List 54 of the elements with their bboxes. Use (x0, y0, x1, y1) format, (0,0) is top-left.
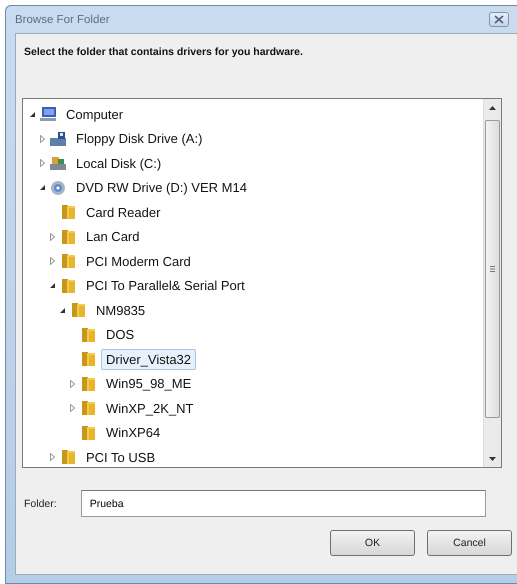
tree-item[interactable]: Card Reader (81, 202, 166, 223)
folder-icon (79, 376, 97, 392)
ok-button[interactable]: OK (330, 530, 415, 556)
folder-icon (69, 302, 87, 318)
tree-item[interactable]: Computer (61, 104, 128, 125)
scroll-down-icon[interactable] (489, 456, 496, 460)
computer-icon (39, 106, 57, 122)
collapsed-arrow-icon[interactable] (50, 232, 55, 241)
tree-item[interactable]: Local Disk (C:) (71, 152, 166, 174)
expanded-arrow-icon[interactable] (49, 282, 56, 290)
expanded-arrow-icon[interactable] (59, 306, 66, 314)
collapsed-arrow-icon[interactable] (40, 134, 45, 143)
collapsed-arrow-icon[interactable] (70, 380, 75, 388)
folder-icon (59, 449, 77, 466)
folder-icon (59, 228, 77, 245)
close-button[interactable] (489, 12, 509, 27)
scroll-up-icon[interactable] (489, 106, 496, 110)
folder-label: Folder: (23, 498, 57, 510)
cancel-button[interactable]: Cancel (427, 530, 512, 556)
drive-icon (49, 130, 67, 147)
tree-item[interactable]: NM9835 (91, 300, 150, 321)
tree-item[interactable]: Driver_Vista32 (101, 348, 196, 370)
tree-item[interactable]: WinXP_2K_NT (101, 398, 198, 419)
expanded-arrow-icon[interactable] (29, 110, 36, 118)
collapsed-arrow-icon[interactable] (50, 257, 55, 266)
collapsed-arrow-icon[interactable] (50, 453, 55, 462)
instruction-text: Select the folder that contains drivers for you hardware. (24, 46, 304, 60)
folder-icon (79, 326, 97, 343)
tree-item[interactable]: Lan Card (81, 226, 144, 248)
folder-icon (79, 351, 97, 368)
folder-icon (59, 278, 77, 294)
tree-item[interactable]: Floppy Disk Drive (A:) (71, 128, 208, 150)
vertical-scrollbar[interactable] (483, 99, 501, 467)
disk-drive-icon (49, 155, 67, 172)
tree-item[interactable]: Win95_98_ME (101, 373, 196, 394)
folder-icon (59, 204, 77, 220)
folder-icon (79, 424, 97, 441)
grip-icon (490, 266, 495, 272)
expanded-arrow-icon[interactable] (39, 184, 46, 192)
window-title: Browse For Folder (15, 14, 110, 26)
folder-icon (79, 400, 97, 416)
tree-item[interactable]: DVD RW Drive (D:) VER M14 (71, 177, 252, 198)
collapsed-arrow-icon[interactable] (40, 159, 45, 168)
collapsed-arrow-icon[interactable] (70, 404, 75, 412)
folder-input[interactable]: Prueba (80, 490, 486, 517)
tree-item[interactable]: PCI To USB (81, 446, 160, 467)
close-icon (494, 15, 504, 24)
tree-item[interactable]: DOS (101, 324, 140, 346)
tree-item[interactable]: WinXP64 (101, 422, 166, 444)
tree-item[interactable]: PCI Moderm Card (81, 250, 196, 272)
tree-item[interactable]: PCI To Parallel& Serial Port (81, 275, 250, 296)
disc-icon (49, 180, 67, 196)
folder-icon (59, 253, 77, 270)
scroll-thumb[interactable] (485, 120, 500, 418)
